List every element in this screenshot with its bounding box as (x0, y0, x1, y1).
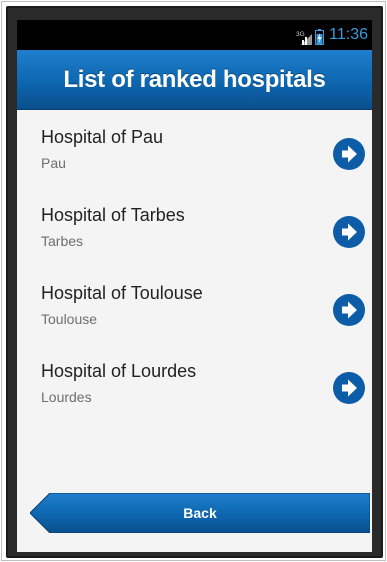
app-screen: 3G 11:36 List of ranked hospitals Hospit… (17, 20, 372, 552)
hospital-city: Tarbes (41, 233, 84, 249)
arrow-right-circle-icon[interactable] (332, 137, 366, 171)
page-title: List of ranked hospitals (63, 65, 326, 93)
hospital-name: Hospital of Tarbes (41, 205, 185, 225)
hospital-city: Lourdes (41, 389, 92, 405)
hospital-list: Hospital of Pau Pau Hospital of Tarbes T… (17, 110, 372, 422)
signal-icon: 3G (296, 31, 312, 45)
back-button[interactable] (30, 493, 370, 533)
title-bar: List of ranked hospitals (17, 50, 372, 110)
hospital-name: Hospital of Toulouse (41, 283, 203, 303)
hospital-name: Hospital of Lourdes (41, 361, 197, 381)
screenshot-frame: 3G 11:36 List of ranked hospitals Hospit… (1, 1, 386, 561)
hospital-city: Pau (41, 155, 66, 171)
hospital-list-item[interactable]: Hospital of Tarbes Tarbes (17, 188, 372, 266)
device-frame: 3G 11:36 List of ranked hospitals Hospit… (6, 6, 383, 558)
battery-icon (315, 29, 324, 45)
hospital-list-item[interactable]: Hospital of Lourdes Lourdes (17, 344, 372, 422)
hospital-city: Toulouse (41, 311, 98, 327)
hospital-name: Hospital of Pau (41, 127, 164, 147)
arrow-right-circle-icon[interactable] (332, 215, 366, 249)
network-label: 3G (296, 31, 305, 38)
arrow-right-circle-icon[interactable] (332, 293, 366, 327)
status-bar: 3G 11:36 (17, 20, 372, 50)
status-icons: 3G (296, 27, 324, 45)
hospital-list-item[interactable]: Hospital of Pau Pau (17, 110, 372, 188)
status-time: 11:36 (329, 26, 368, 43)
hospital-list-item[interactable]: Hospital of Toulouse Toulouse (17, 266, 372, 344)
arrow-right-circle-icon[interactable] (332, 371, 366, 405)
